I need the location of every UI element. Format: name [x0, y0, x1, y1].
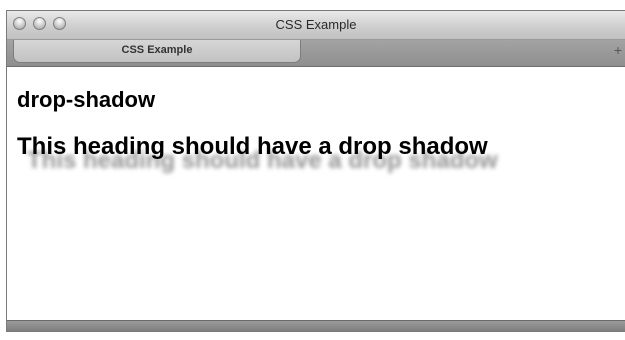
window-title: CSS Example	[275, 17, 357, 32]
drop-shadow-heading: This heading should have a drop shadow	[17, 133, 488, 160]
title-bar: CSS Example	[7, 11, 625, 40]
status-bar	[7, 320, 625, 331]
page-content: drop-shadow This heading should have a d…	[7, 67, 625, 321]
page-heading: drop-shadow	[17, 87, 156, 112]
tab-css-example[interactable]: CSS Example	[13, 40, 301, 63]
new-tab-icon[interactable]: +	[614, 42, 622, 58]
browser-window: CSS Example CSS Example + drop-shadow Th…	[6, 10, 625, 332]
tab-strip: CSS Example +	[7, 40, 625, 67]
